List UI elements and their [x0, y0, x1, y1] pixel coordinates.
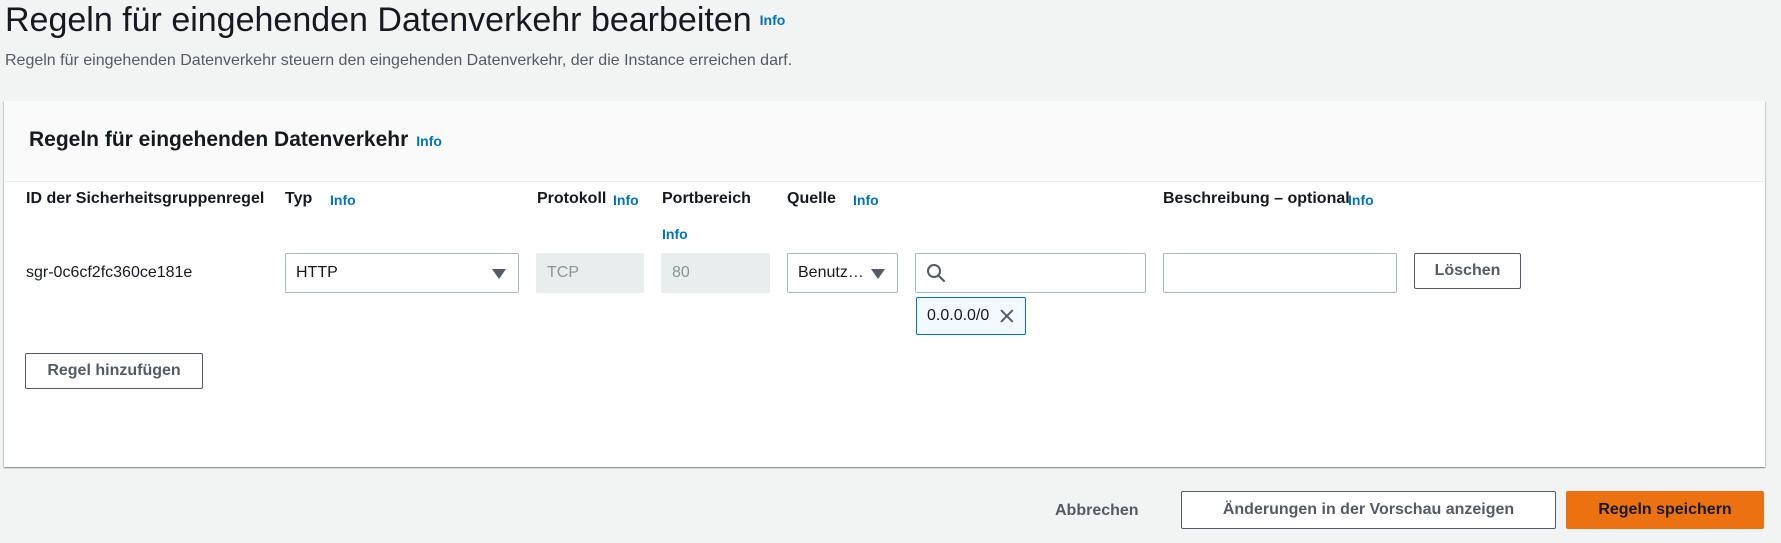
caret-down-icon: [871, 269, 885, 279]
type-select[interactable]: HTTP: [285, 253, 519, 293]
page-title: Regeln für eingehenden Datenverkehr bear…: [5, 0, 785, 42]
page-subtitle: Regeln für eingehenden Datenverkehr steu…: [5, 52, 793, 69]
panel-header: Regeln für eingehenden Datenverkehr Info: [4, 101, 1765, 182]
description-input[interactable]: [1163, 253, 1397, 293]
source-token: 0.0.0.0/0: [916, 297, 1026, 335]
source-search-input[interactable]: [915, 253, 1146, 293]
type-select-value: HTTP: [296, 264, 338, 281]
page-title-text: Regeln für eingehenden Datenverkehr bear…: [5, 1, 752, 39]
col-header-description: Beschreibung – optional: [1163, 190, 1350, 207]
col-header-protocol: Protokoll: [537, 190, 607, 207]
page-title-info-link[interactable]: Info: [760, 12, 786, 28]
save-rules-button[interactable]: Regeln speichern: [1566, 491, 1764, 529]
col-header-protocol-info-link[interactable]: Info: [613, 192, 639, 208]
col-header-port-range: Portbereich: [662, 190, 751, 207]
search-icon: [927, 264, 946, 283]
protocol-field: TCP: [536, 253, 644, 293]
port-range-field: 80: [661, 253, 770, 293]
port-range-value: 80: [672, 264, 690, 281]
col-header-port-range-info-link[interactable]: Info: [662, 226, 688, 242]
close-icon[interactable]: [999, 308, 1015, 324]
caret-down-icon: [492, 269, 506, 279]
preview-changes-button[interactable]: Änderungen in der Vorschau anzeigen: [1181, 491, 1556, 529]
source-type-select[interactable]: Benutz…: [787, 253, 898, 293]
col-header-type: Typ: [285, 190, 313, 207]
source-token-label: 0.0.0.0/0: [927, 307, 990, 324]
col-header-description-info-link[interactable]: Info: [1348, 192, 1374, 208]
panel-title: Regeln für eingehenden Datenverkehr Info: [29, 128, 442, 152]
col-header-type-info-link[interactable]: Info: [330, 192, 356, 208]
rule-id-value: sgr-0c6cf2fc360ce181e: [26, 264, 193, 281]
col-header-source-info-link[interactable]: Info: [853, 192, 879, 208]
panel-title-info-link[interactable]: Info: [416, 133, 442, 149]
cancel-button[interactable]: Abbrechen: [1055, 502, 1139, 520]
delete-rule-button[interactable]: Löschen: [1414, 253, 1521, 289]
inbound-rules-panel: Regeln für eingehenden Datenverkehr Info …: [4, 101, 1765, 467]
source-type-value: Benutz…: [798, 264, 864, 281]
col-header-rule-id: ID der Sicherheitsgruppenregel: [26, 190, 265, 207]
panel-title-text: Regeln für eingehenden Datenverkehr: [29, 128, 409, 151]
protocol-value: TCP: [547, 264, 579, 281]
add-rule-button[interactable]: Regel hinzufügen: [25, 353, 203, 389]
col-header-source: Quelle: [787, 190, 836, 207]
